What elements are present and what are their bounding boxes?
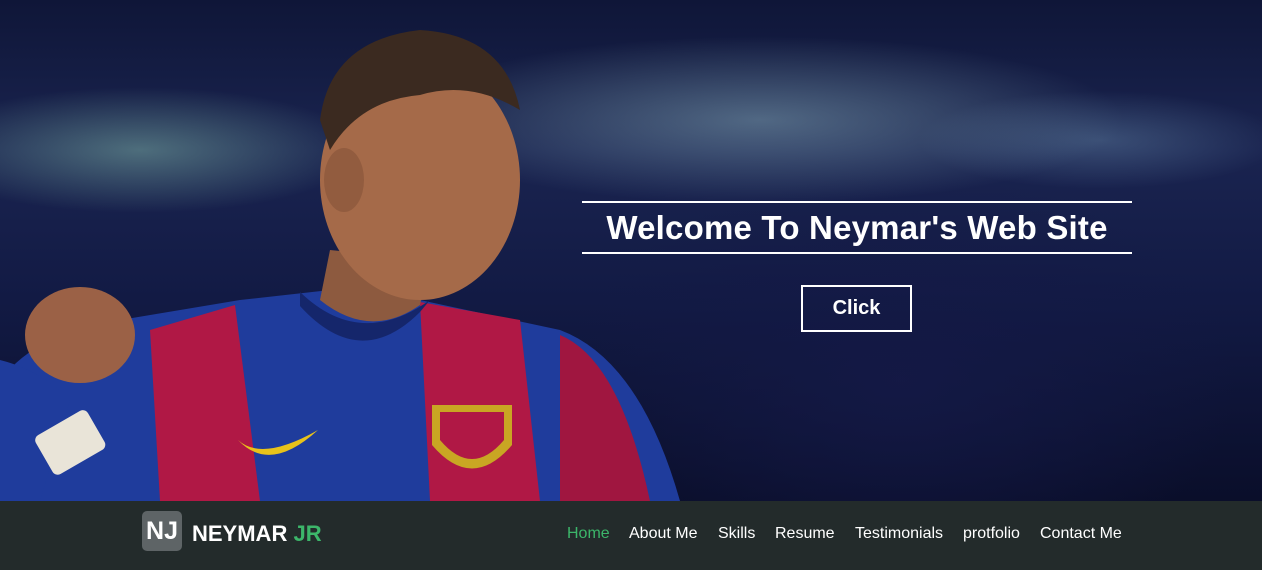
nav-item-home[interactable]: Home [567,525,610,543]
headline-frame: Welcome To Neymar's Web Site [582,201,1132,254]
hero-headline: Welcome To Neymar's Web Site [606,208,1108,246]
hero-click-button[interactable]: Click [801,285,912,332]
nav-item-testimonials[interactable]: Testimonials [855,525,943,543]
nav-item-portfolio[interactable]: protfolio [963,525,1020,543]
nav-item-resume[interactable]: Resume [775,525,835,543]
nav-item-about-me[interactable]: About Me [629,525,697,543]
nav-item-skills[interactable]: Skills [718,525,755,543]
bottom-navbar: NJ NEYMAR JR Home About Me Skills Resume… [0,501,1262,570]
hero-banner: Welcome To Neymar's Web Site Click [0,0,1262,501]
nav-item-contact-me[interactable]: Contact Me [1040,525,1122,543]
main-nav: Home About Me Skills Resume Testimonials… [0,525,1262,547]
